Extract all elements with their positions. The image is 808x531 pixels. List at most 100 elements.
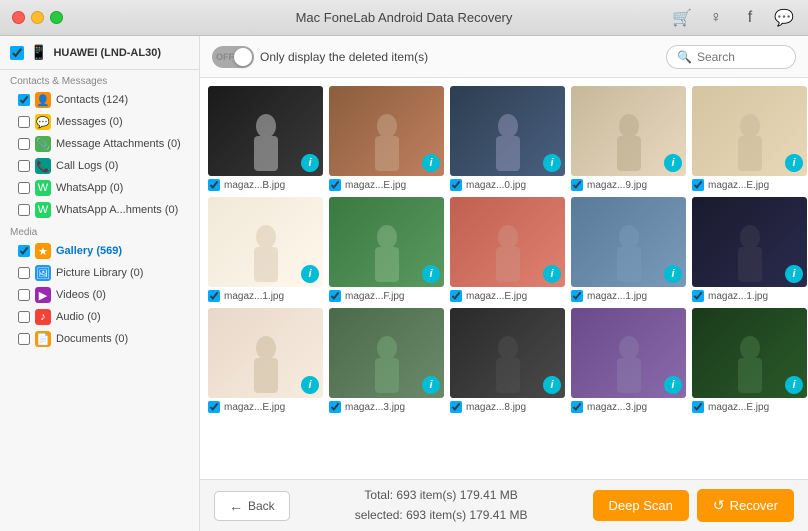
- image-checkbox[interactable]: [571, 401, 583, 413]
- sidebar-item-gallery[interactable]: ★ Gallery (569): [0, 240, 199, 262]
- image-checkbox[interactable]: [450, 290, 462, 302]
- info-button[interactable]: i: [543, 376, 561, 394]
- info-button[interactable]: i: [664, 265, 682, 283]
- sidebar-item-picture-lib[interactable]: 🖼 Picture Library (0): [0, 262, 199, 284]
- deep-scan-label: Deep Scan: [609, 498, 673, 513]
- info-button[interactable]: i: [785, 376, 803, 394]
- image-wrapper[interactable]: i: [692, 197, 807, 287]
- image-wrapper[interactable]: i: [208, 308, 323, 398]
- recover-button[interactable]: ↺ Recover: [697, 489, 794, 522]
- image-wrapper[interactable]: i: [329, 197, 444, 287]
- minimize-button[interactable]: [31, 11, 44, 24]
- image-wrapper[interactable]: i: [571, 86, 686, 176]
- image-label-row: magaz...B.jpg: [208, 179, 323, 191]
- user-icon[interactable]: ♀: [704, 6, 728, 30]
- messages-label: Messages (0): [56, 116, 123, 128]
- toggle-knob: [234, 48, 252, 66]
- image-wrapper[interactable]: i: [329, 86, 444, 176]
- image-wrapper[interactable]: i: [450, 86, 565, 176]
- sidebar-item-videos[interactable]: ▶ Videos (0): [0, 284, 199, 306]
- image-checkbox[interactable]: [692, 290, 704, 302]
- messages-icon: 💬: [35, 114, 51, 130]
- image-wrapper[interactable]: i: [208, 86, 323, 176]
- sidebar-item-whatsapp[interactable]: W WhatsApp (0): [0, 177, 199, 199]
- deep-scan-button[interactable]: Deep Scan: [593, 490, 689, 521]
- info-button[interactable]: i: [543, 265, 561, 283]
- image-label: magaz...3.jpg: [587, 402, 647, 413]
- image-wrapper[interactable]: i: [571, 197, 686, 287]
- sidebar-item-msg-attach[interactable]: 📎 Message Attachments (0): [0, 133, 199, 155]
- documents-icon: 📄: [35, 331, 51, 347]
- device-row[interactable]: 📱 HUAWEI (LND-AL30): [0, 36, 199, 70]
- image-checkbox[interactable]: [450, 179, 462, 191]
- sidebar-item-audio[interactable]: ♪ Audio (0): [0, 306, 199, 328]
- contacts-checkbox[interactable]: [18, 94, 30, 106]
- cart-icon[interactable]: 🛒: [670, 6, 694, 30]
- info-button[interactable]: i: [422, 154, 440, 172]
- image-wrapper[interactable]: i: [692, 308, 807, 398]
- image-checkbox[interactable]: [329, 290, 341, 302]
- sidebar-item-documents[interactable]: 📄 Documents (0): [0, 328, 199, 350]
- info-button[interactable]: i: [543, 154, 561, 172]
- info-button[interactable]: i: [301, 265, 319, 283]
- wa-attach-checkbox[interactable]: [18, 204, 30, 216]
- recover-icon: ↺: [713, 497, 725, 514]
- documents-checkbox[interactable]: [18, 333, 30, 345]
- image-wrapper[interactable]: i: [208, 197, 323, 287]
- sidebar-item-wa-attach[interactable]: W WhatsApp A...hments (0): [0, 199, 199, 221]
- info-button[interactable]: i: [301, 154, 319, 172]
- image-label-row: magaz...8.jpg: [450, 401, 565, 413]
- image-wrapper[interactable]: i: [329, 308, 444, 398]
- videos-checkbox[interactable]: [18, 289, 30, 301]
- image-wrapper[interactable]: i: [692, 86, 807, 176]
- messages-checkbox[interactable]: [18, 116, 30, 128]
- picture-lib-checkbox[interactable]: [18, 267, 30, 279]
- image-label-row: magaz...E.jpg: [329, 179, 444, 191]
- image-checkbox[interactable]: [208, 401, 220, 413]
- image-wrapper[interactable]: i: [450, 308, 565, 398]
- image-wrapper[interactable]: i: [571, 308, 686, 398]
- image-checkbox[interactable]: [571, 179, 583, 191]
- info-button[interactable]: i: [664, 376, 682, 394]
- msg-attach-checkbox[interactable]: [18, 138, 30, 150]
- info-button[interactable]: i: [422, 265, 440, 283]
- chat-icon[interactable]: 💬: [772, 6, 796, 30]
- image-checkbox[interactable]: [208, 290, 220, 302]
- facebook-icon[interactable]: f: [738, 6, 762, 30]
- gallery-checkbox[interactable]: [18, 245, 30, 257]
- info-button[interactable]: i: [664, 154, 682, 172]
- close-button[interactable]: [12, 11, 25, 24]
- info-button[interactable]: i: [785, 265, 803, 283]
- image-label-row: magaz...F.jpg: [329, 290, 444, 302]
- sidebar-item-contacts[interactable]: 👤 Contacts (124): [0, 89, 199, 111]
- audio-checkbox[interactable]: [18, 311, 30, 323]
- info-button[interactable]: i: [422, 376, 440, 394]
- back-button[interactable]: ← Back: [214, 491, 290, 521]
- call-logs-label: Call Logs (0): [56, 160, 118, 172]
- grid-cell: i magaz...E.jpg: [692, 86, 807, 191]
- search-box[interactable]: 🔍: [666, 45, 796, 69]
- image-checkbox[interactable]: [692, 401, 704, 413]
- image-checkbox[interactable]: [208, 179, 220, 191]
- maximize-button[interactable]: [50, 11, 63, 24]
- image-checkbox[interactable]: [329, 179, 341, 191]
- image-checkbox[interactable]: [692, 179, 704, 191]
- image-label: magaz...E.jpg: [708, 402, 769, 413]
- search-input[interactable]: [697, 50, 787, 64]
- status-text: Total: 693 item(s) 179.41 MB selected: 6…: [290, 486, 593, 524]
- whatsapp-checkbox[interactable]: [18, 182, 30, 194]
- whatsapp-label: WhatsApp (0): [56, 182, 123, 194]
- info-button[interactable]: i: [785, 154, 803, 172]
- image-checkbox[interactable]: [450, 401, 462, 413]
- image-checkbox[interactable]: [329, 401, 341, 413]
- device-checkbox[interactable]: [10, 46, 24, 60]
- toggle-switch[interactable]: OFF: [212, 46, 254, 68]
- image-wrapper[interactable]: i: [450, 197, 565, 287]
- image-checkbox[interactable]: [571, 290, 583, 302]
- sidebar-item-call-logs[interactable]: 📞 Call Logs (0): [0, 155, 199, 177]
- sidebar-item-messages[interactable]: 💬 Messages (0): [0, 111, 199, 133]
- grid-cell: i magaz...3.jpg: [571, 308, 686, 413]
- info-button[interactable]: i: [301, 376, 319, 394]
- image-label-row: magaz...0.jpg: [450, 179, 565, 191]
- call-logs-checkbox[interactable]: [18, 160, 30, 172]
